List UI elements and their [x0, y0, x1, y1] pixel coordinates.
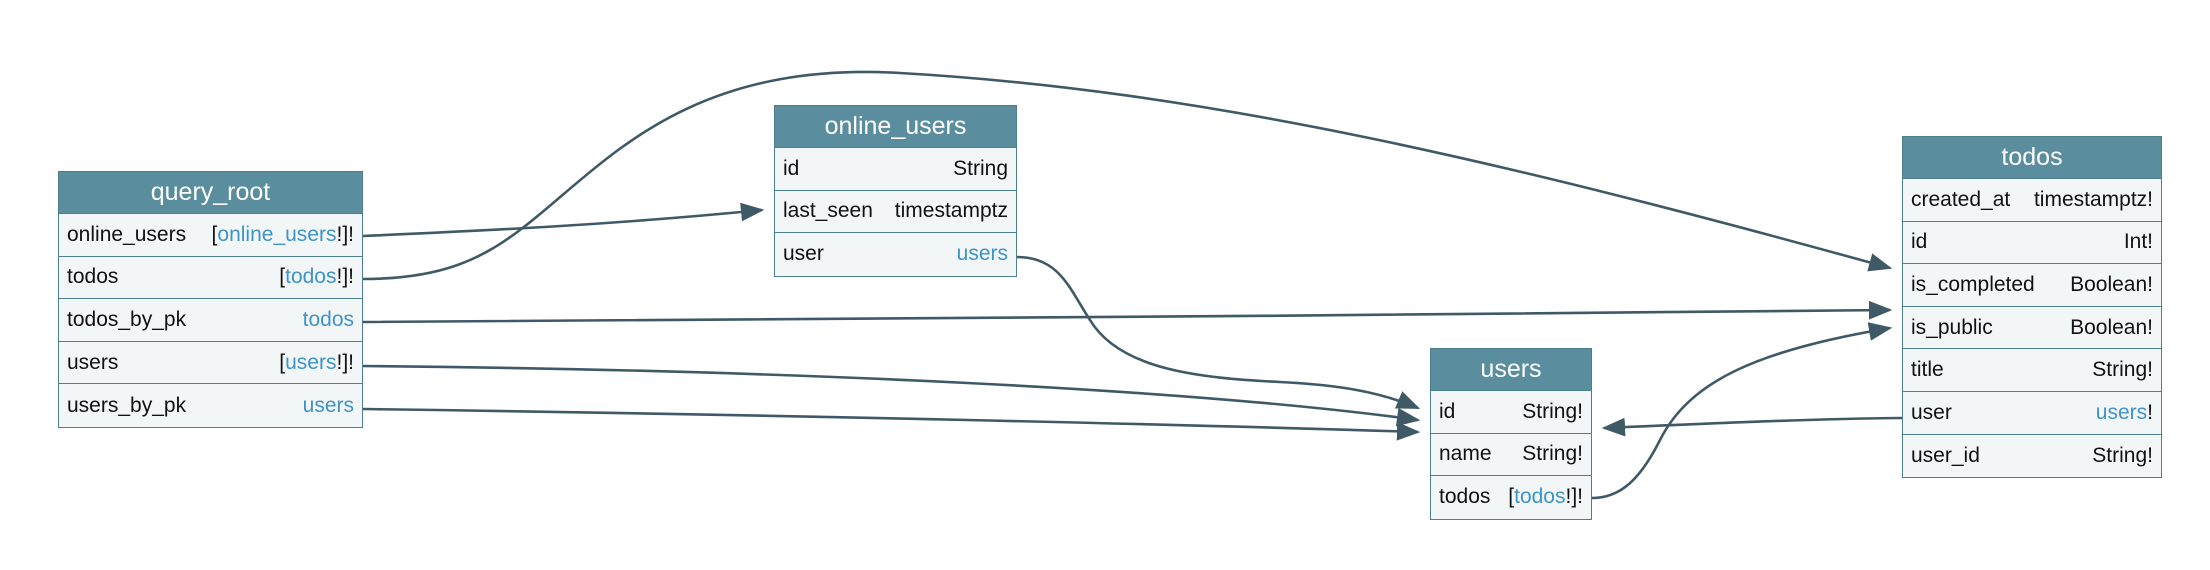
field-row[interactable]: id Int!: [1903, 222, 2161, 265]
field-type: String!: [1522, 399, 1583, 423]
field-name: last_seen: [783, 199, 873, 223]
field-name: id: [1911, 230, 1928, 254]
type-link[interactable]: users: [285, 351, 336, 374]
edge-query_root-todos_by_pk-to-todos: [362, 300, 1893, 324]
field-type: String!: [2092, 358, 2153, 382]
field-type: Int!: [2123, 230, 2153, 254]
field-type: users: [303, 394, 354, 418]
field-row[interactable]: title String!: [1903, 349, 2161, 392]
field-name: name: [1439, 442, 1492, 466]
type-link[interactable]: users: [303, 394, 354, 417]
edge-query_root-users_by_pk-to-users: [362, 407, 1421, 441]
node-query-root[interactable]: query_root online_users [online_users!]!…: [58, 171, 363, 428]
node-title: online_users: [775, 106, 1016, 148]
edge-online_users-user-to-users: [1016, 255, 1421, 410]
field-type: [online_users!]!: [211, 222, 354, 246]
field-type: String!: [1522, 442, 1583, 466]
field-type: users: [957, 242, 1008, 266]
field-row[interactable]: user_id String!: [1903, 435, 2161, 478]
field-row[interactable]: is_completed Boolean!: [1903, 264, 2161, 307]
field-row[interactable]: users_by_pk users: [59, 384, 362, 427]
node-title: query_root: [59, 172, 362, 214]
type-link[interactable]: todos: [285, 265, 336, 288]
field-type: Boolean!: [2070, 315, 2153, 339]
field-name: id: [783, 156, 800, 180]
field-row[interactable]: id String!: [1431, 391, 1591, 434]
type-link[interactable]: todos: [303, 308, 354, 331]
field-type: String: [953, 156, 1008, 180]
type-link[interactable]: online_users: [217, 223, 336, 246]
type-link[interactable]: todos: [1514, 485, 1565, 508]
field-type: String!: [2092, 443, 2153, 467]
node-todos[interactable]: todos created_at timestamptz! id Int! is…: [1902, 136, 2162, 479]
field-name: online_users: [67, 222, 187, 246]
node-online-users[interactable]: online_users id String last_seen timesta…: [774, 105, 1017, 277]
field-row[interactable]: last_seen timestamptz: [775, 191, 1016, 234]
field-row[interactable]: user users: [775, 233, 1016, 276]
field-name: id: [1439, 399, 1456, 423]
field-row[interactable]: todos [todos!]!: [1431, 476, 1591, 519]
field-name: todos_by_pk: [67, 307, 187, 331]
node-title: users: [1431, 349, 1591, 391]
field-type: [todos!]!: [279, 265, 354, 289]
field-name: users: [67, 350, 119, 374]
field-name: users_by_pk: [67, 393, 187, 417]
field-row[interactable]: todos_by_pk todos: [59, 299, 362, 342]
edge-query_root-todos-to-todos: [362, 70, 1893, 281]
field-type: Boolean!: [2070, 272, 2153, 296]
field-type: timestamptz!: [2033, 187, 2153, 211]
field-type: [todos!]!: [1508, 485, 1583, 509]
field-row[interactable]: user users!: [1903, 392, 2161, 435]
edge-users-todos-to-todos: [1591, 322, 1893, 500]
field-name: todos: [67, 265, 119, 289]
edge-query_root-online_users-to-online_users: [362, 202, 765, 238]
field-type: timestamptz: [894, 199, 1008, 223]
field-name: is_completed: [1911, 272, 2035, 296]
field-type: users!: [2095, 400, 2153, 424]
field-row[interactable]: name String!: [1431, 434, 1591, 477]
field-row[interactable]: users [users!]!: [59, 342, 362, 385]
field-name: user: [783, 242, 824, 266]
field-name: is_public: [1911, 315, 1993, 339]
field-row[interactable]: is_public Boolean!: [1903, 307, 2161, 350]
field-type: [users!]!: [279, 350, 354, 374]
field-name: title: [1911, 358, 1944, 382]
node-title: todos: [1903, 137, 2161, 179]
type-link[interactable]: users: [2096, 401, 2147, 424]
field-name: user_id: [1911, 443, 1980, 467]
field-type: todos: [303, 308, 354, 332]
field-name: todos: [1439, 485, 1491, 509]
type-link[interactable]: users: [957, 242, 1008, 265]
field-row[interactable]: online_users [online_users!]!: [59, 214, 362, 257]
field-row[interactable]: todos [todos!]!: [59, 257, 362, 300]
node-users[interactable]: users id String! name String! todos [tod…: [1430, 348, 1592, 520]
field-name: user: [1911, 400, 1952, 424]
edge-todos-user-to-users: [1601, 416, 1903, 437]
field-row[interactable]: created_at timestamptz!: [1903, 179, 2161, 222]
field-name: created_at: [1911, 187, 2011, 211]
field-row[interactable]: id String: [775, 148, 1016, 191]
